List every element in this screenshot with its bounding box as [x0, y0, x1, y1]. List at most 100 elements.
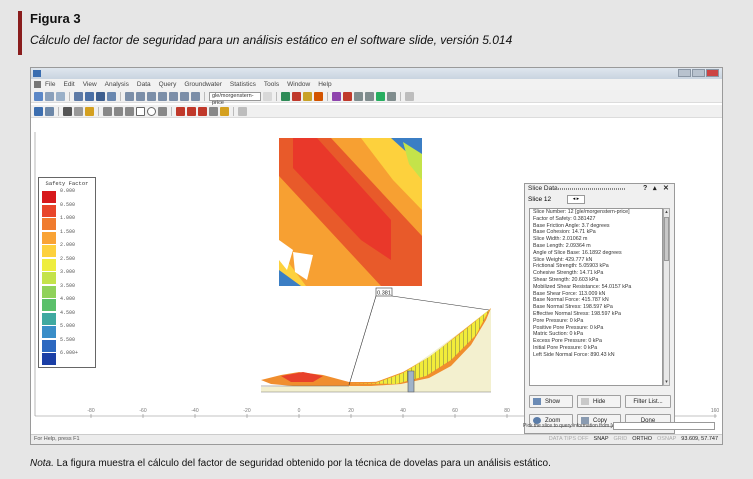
- command-input[interactable]: [613, 422, 715, 430]
- global-minimum-icon[interactable]: [281, 91, 290, 101]
- export-icon[interactable]: [96, 91, 105, 101]
- render-icon[interactable]: [387, 91, 396, 101]
- slice-selector-row: Slice 12 ◂ ▸: [525, 194, 674, 205]
- text-icon[interactable]: [158, 106, 167, 116]
- paste-icon[interactable]: [85, 91, 94, 101]
- image-icon[interactable]: [107, 91, 116, 101]
- dimension-icon[interactable]: [187, 106, 196, 116]
- ellipse-icon[interactable]: [147, 106, 156, 116]
- filter-list-button[interactable]: Filter List...: [625, 395, 671, 408]
- measure-icon[interactable]: [209, 106, 218, 116]
- polyline-icon[interactable]: [114, 106, 123, 116]
- menu-help[interactable]: Help: [318, 79, 331, 90]
- status-data-tips[interactable]: DATA TIPS OFF: [549, 435, 589, 444]
- legend-swatch: [42, 258, 56, 271]
- axis-tick-label: -80: [87, 408, 94, 414]
- help-icon[interactable]: ?: [643, 184, 647, 194]
- menu-query[interactable]: Query: [159, 79, 177, 90]
- minimize-button[interactable]: [678, 69, 691, 77]
- menu-file[interactable]: File: [45, 79, 55, 90]
- model-canvas[interactable]: 0.381 -80-60-40-20020406080100120140160 …: [31, 120, 722, 434]
- copy-icon[interactable]: [74, 91, 83, 101]
- legend-swatch: [42, 299, 56, 311]
- menu-groundwater[interactable]: Groundwater: [184, 79, 222, 90]
- zoom-out-icon[interactable]: [136, 91, 145, 101]
- zoom-window-icon[interactable]: [147, 91, 156, 101]
- window-controls: [678, 69, 719, 77]
- grid-icon[interactable]: [45, 106, 54, 116]
- figure-caption: Cálculo del factor de seguridad para un …: [30, 33, 513, 47]
- menu-analysis[interactable]: Analysis: [105, 79, 129, 90]
- note-text: La figura muestra el cálculo del factor …: [53, 458, 551, 469]
- toolbar-drawing: [31, 105, 722, 118]
- line-icon[interactable]: [74, 106, 83, 116]
- save-icon[interactable]: [45, 91, 54, 101]
- close-icon[interactable]: ✕: [663, 184, 669, 194]
- slice-stepper[interactable]: ◂ ▸: [567, 195, 585, 204]
- slice-data-item: Initial Pore Pressure: 0 kPa: [533, 344, 598, 351]
- options-icon[interactable]: [405, 91, 414, 101]
- show-button[interactable]: Show: [529, 395, 573, 408]
- scroll-up-icon[interactable]: ▴: [664, 209, 669, 215]
- show-icon: [533, 398, 541, 405]
- close-button[interactable]: [706, 69, 719, 77]
- menu-view[interactable]: View: [83, 79, 97, 90]
- scroll-down-icon[interactable]: ▾: [664, 379, 669, 385]
- scroll-thumb[interactable]: [664, 217, 669, 261]
- zoom-slope-icon[interactable]: [191, 91, 200, 101]
- zoom-previous-icon[interactable]: [169, 91, 178, 101]
- arc-icon[interactable]: [125, 106, 134, 116]
- chevron-down-icon[interactable]: [263, 91, 272, 101]
- slice-data-list[interactable]: Slice Number: 12 [gle/morgenstern-price]…: [529, 208, 663, 386]
- method-select[interactable]: gle/morgenstern-price: [209, 91, 261, 106]
- status-osnap[interactable]: OSNAP: [657, 435, 676, 444]
- slice-data-icon[interactable]: [332, 91, 341, 101]
- menu-tools[interactable]: Tools: [264, 79, 279, 90]
- menu-window[interactable]: Window: [287, 79, 310, 90]
- drag-handle[interactable]: [555, 188, 625, 190]
- zoom-in-icon[interactable]: [125, 91, 134, 101]
- menu-statistics[interactable]: Statistics: [230, 79, 256, 90]
- menu-edit[interactable]: Edit: [63, 79, 74, 90]
- hide-button[interactable]: Hide: [577, 395, 621, 408]
- pan-icon[interactable]: [180, 91, 189, 101]
- all-surfaces-icon[interactable]: [292, 91, 301, 101]
- slide-app-window: File Edit View Analysis Data Query Groun…: [30, 67, 723, 445]
- print-icon[interactable]: [56, 91, 65, 101]
- rectangle-icon[interactable]: [136, 106, 145, 116]
- pencil-icon[interactable]: [103, 106, 112, 116]
- collapse-icon[interactable]: ▴: [653, 184, 657, 194]
- filter-surfaces-icon[interactable]: [303, 91, 312, 101]
- status-grid[interactable]: GRID: [614, 435, 628, 444]
- angle-icon[interactable]: [198, 106, 207, 116]
- contours-icon[interactable]: [365, 91, 374, 101]
- minimum-surfaces-icon[interactable]: [314, 91, 323, 101]
- maximize-button[interactable]: [692, 69, 705, 77]
- query-slice-icon[interactable]: [343, 91, 352, 101]
- edit-icon[interactable]: [220, 106, 229, 116]
- axis-tick-label: -60: [139, 408, 146, 414]
- view-icon[interactable]: [34, 106, 43, 116]
- slice-list-scrollbar[interactable]: ▴ ▾: [663, 208, 670, 386]
- slice-data-item: Effective Normal Stress: 198.597 kPa: [533, 310, 621, 317]
- open-icon[interactable]: [34, 91, 43, 101]
- status-snap[interactable]: SNAP: [594, 435, 609, 444]
- slice-data-item: Frictional Strength: 5.05903 kPa: [533, 263, 609, 270]
- safety-map-icon[interactable]: [376, 91, 385, 101]
- more-icon[interactable]: [238, 106, 247, 116]
- status-ortho[interactable]: ORTHO: [632, 435, 652, 444]
- select-icon[interactable]: [63, 106, 72, 116]
- filter-button-label: Filter List...: [633, 398, 663, 405]
- slice-data-item: Shear Strength: 20.603 kPa: [533, 276, 599, 283]
- slip-centre-grid: [279, 138, 422, 286]
- arrow-icon[interactable]: [176, 106, 185, 116]
- highlight-icon[interactable]: [85, 106, 94, 116]
- zoom-extents-icon[interactable]: [158, 91, 167, 101]
- axis-tick-label: 0: [298, 408, 301, 414]
- legend-swatch: [42, 312, 56, 325]
- slice-data-item: Pore Pressure: 0 kPa: [533, 317, 584, 324]
- axis-tick-label: -20: [243, 408, 250, 414]
- slice-data-panel: Slice Data ? ▴ ✕ Slice 12 ◂ ▸ Slice Numb…: [524, 183, 675, 434]
- graph-icon[interactable]: [354, 91, 363, 101]
- menu-data[interactable]: Data: [137, 79, 151, 90]
